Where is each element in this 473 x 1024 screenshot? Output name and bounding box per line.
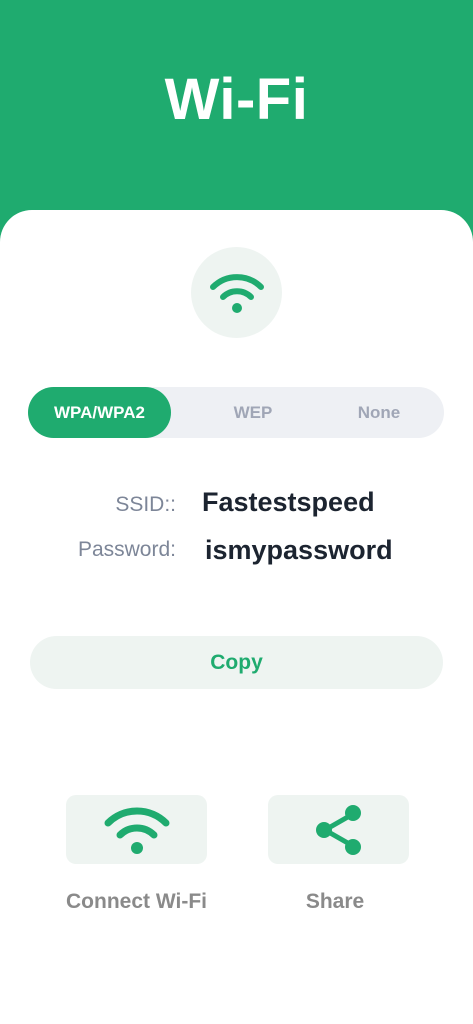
- ssid-label: SSID::: [115, 493, 176, 516]
- ssid-value: Fastestspeed: [202, 487, 375, 517]
- wifi-qr-result-screen: Wi-Fi WPA/WPA2 WEP None SSID:: Fastestsp…: [0, 0, 473, 1024]
- security-option-wep[interactable]: WEP: [191, 387, 315, 438]
- security-option-wpa[interactable]: WPA/WPA2: [28, 387, 171, 438]
- share-button[interactable]: [268, 795, 409, 864]
- share-icon: [315, 804, 361, 855]
- connect-wifi-label: Connect Wi-Fi: [66, 890, 207, 913]
- page-title: Wi-Fi: [164, 67, 309, 132]
- security-type-selector: WPA/WPA2 WEP None: [28, 387, 444, 438]
- wifi-icon: [104, 807, 169, 854]
- password-label: Password:: [77, 538, 176, 561]
- password-value: ismypassword: [205, 535, 393, 565]
- wifi-badge: [191, 247, 282, 338]
- security-option-none[interactable]: None: [318, 387, 440, 438]
- connect-wifi-button[interactable]: [66, 795, 207, 864]
- share-label: Share: [305, 890, 365, 913]
- wifi-icon: [209, 273, 264, 313]
- copy-button[interactable]: Copy: [30, 636, 443, 689]
